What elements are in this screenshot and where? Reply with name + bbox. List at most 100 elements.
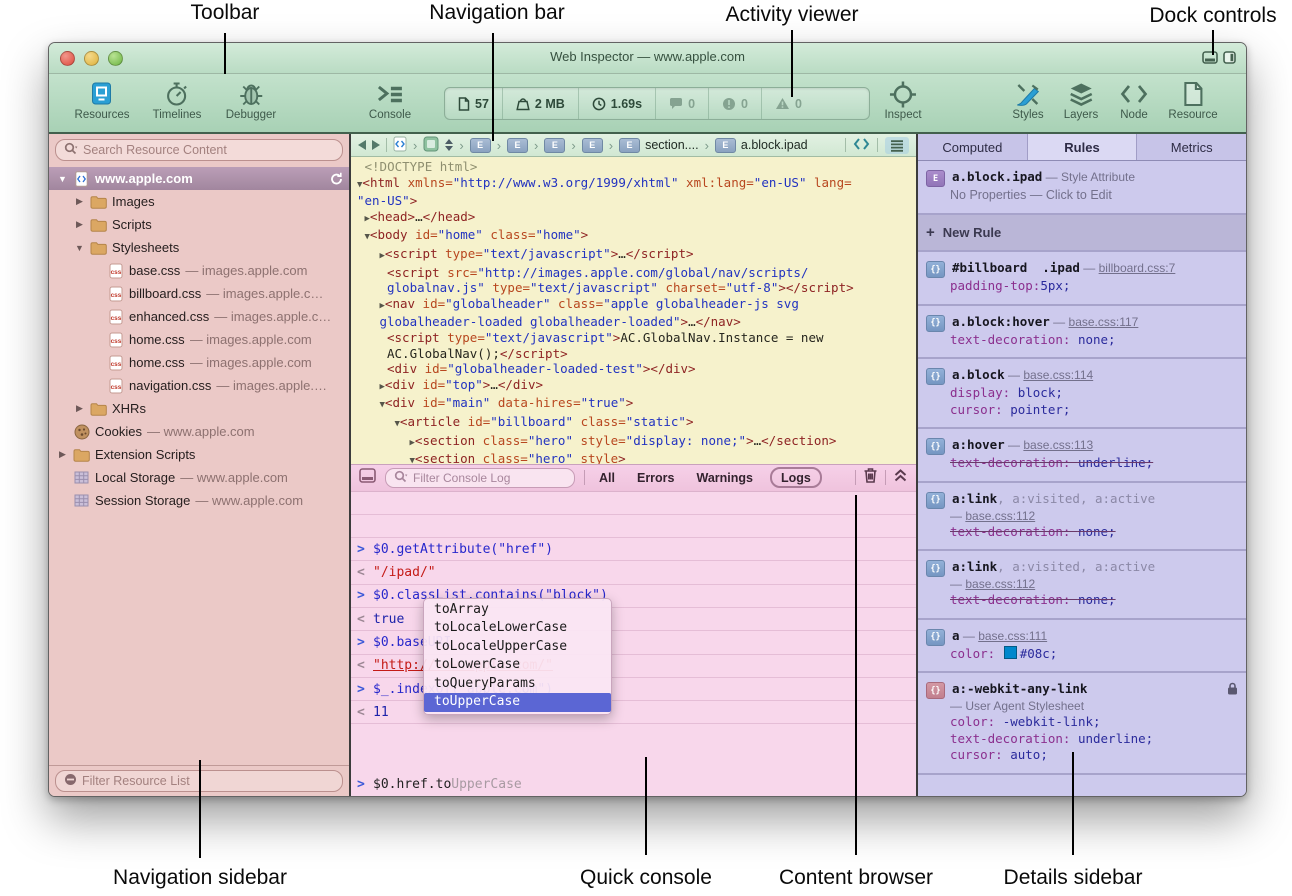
document-code-icon[interactable] <box>393 136 407 155</box>
debugger-button[interactable]: Debugger <box>226 79 277 122</box>
css-property[interactable]: cursor: pointer; <box>926 402 1238 419</box>
dom-node-row[interactable]: ▶<head>…</head> <box>351 209 916 228</box>
resources-button[interactable]: Resources <box>75 79 130 122</box>
css-rule[interactable]: {}a:link, a:visited, a:active— base.css:… <box>918 483 1246 552</box>
sidebar-tree-item[interactable]: cssenhanced.css — images.apple.c… <box>49 305 349 328</box>
no-properties-hint[interactable]: No Properties — Click to Edit <box>926 187 1238 204</box>
sidebar-tree-item[interactable]: csshome.css — images.apple.com <box>49 328 349 351</box>
console-panel-icon[interactable] <box>359 468 376 488</box>
autocomplete-item[interactable]: toArray <box>424 601 611 620</box>
minimize-window-button[interactable] <box>84 51 99 66</box>
console-entry[interactable]: <"/ipad/" <box>351 561 916 584</box>
css-rule[interactable]: {}#billboard .ipad — billboard.css:7padd… <box>918 252 1246 306</box>
sidebar-tree-item[interactable]: ▶Extension Scripts <box>49 443 349 466</box>
inspect-button[interactable]: Inspect <box>884 79 921 122</box>
resource-button[interactable]: Resource <box>1168 79 1217 122</box>
collapse-console-icon[interactable] <box>893 468 908 487</box>
frame-icon[interactable] <box>423 136 439 155</box>
layers-button[interactable]: Layers <box>1064 79 1099 122</box>
dom-node-row[interactable]: <!DOCTYPE html> <box>351 159 916 175</box>
css-rule[interactable]: {}a:-webkit-any-link— User Agent Stylesh… <box>918 673 1246 775</box>
dock-to-bottom-icon[interactable] <box>1202 51 1218 69</box>
dom-node-row[interactable]: ▶<script type="text/javascript">…</scrip… <box>351 246 916 265</box>
styles-button[interactable]: Styles <box>1012 79 1043 122</box>
css-property[interactable]: text-decoration: underline; <box>926 455 1238 472</box>
console-scope-all[interactable]: All <box>594 471 620 485</box>
dock-to-side-icon[interactable] <box>1223 51 1236 69</box>
console-input[interactable]: > $0.href.toUpperCase <box>351 774 916 794</box>
css-rule[interactable]: {}a:link, a:visited, a:active— base.css:… <box>918 551 1246 620</box>
css-property[interactable]: display: block; <box>926 385 1238 402</box>
dom-node-row[interactable]: ▼<html xmlns="http://www.w3.org/1999/xht… <box>351 175 916 194</box>
console-scope-warnings[interactable]: Warnings <box>692 471 758 485</box>
node-stepper[interactable] <box>445 139 453 151</box>
style-attribute-header[interactable]: Ea.block.ipad — Style AttributeNo Proper… <box>918 161 1246 215</box>
activity-item[interactable]: 0 <box>761 88 815 119</box>
sidebar-tree-item[interactable]: ▶XHRs <box>49 397 349 420</box>
zoom-window-button[interactable] <box>108 51 123 66</box>
css-property[interactable]: cursor: auto; <box>926 747 1238 764</box>
breadcrumb-item[interactable]: E <box>582 138 603 153</box>
autocomplete-item[interactable]: toQueryParams <box>424 675 611 694</box>
new-rule-button[interactable]: +New Rule <box>918 215 1246 252</box>
stylesheet-link[interactable]: base.css:112 <box>965 577 1035 591</box>
tab-computed[interactable]: Computed <box>918 134 1028 160</box>
console-filter-input[interactable]: Filter Console Log <box>385 468 575 488</box>
css-property[interactable]: color: #08c; <box>926 646 1238 663</box>
sidebar-tree-item[interactable]: ▼Stylesheets <box>49 236 349 259</box>
breadcrumb-item[interactable]: E <box>507 138 528 153</box>
dom-node-row[interactable]: ▶<div id="top">…</div> <box>351 377 916 396</box>
console-scope-logs[interactable]: Logs <box>770 467 822 488</box>
sidebar-tree-item[interactable]: cssbillboard.css — images.apple.c… <box>49 282 349 305</box>
stylesheet-link[interactable]: base.css:111 <box>978 629 1047 643</box>
breadcrumb-item[interactable]: Ea.block.ipad <box>715 138 808 153</box>
css-property[interactable]: color: -webkit-link; <box>926 714 1238 731</box>
close-window-button[interactable] <box>60 51 75 66</box>
css-property[interactable]: text-decoration: underline; <box>926 731 1238 748</box>
dom-node-row[interactable]: ▼<article id="billboard" class="static"> <box>351 414 916 433</box>
activity-item[interactable]: 0 <box>708 88 761 119</box>
reload-icon[interactable] <box>330 172 343 186</box>
css-property[interactable]: text-decoration: none; <box>926 524 1238 541</box>
dom-node-row[interactable]: ▶<nav id="globalheader" class="apple glo… <box>351 296 916 315</box>
dom-node-row[interactable]: ▼<body id="home" class="home"> <box>351 227 916 246</box>
tab-metrics[interactable]: Metrics <box>1137 134 1246 160</box>
dom-node-row[interactable]: globalheader-loaded globalheader-loaded"… <box>351 314 916 330</box>
activity-item[interactable]: 2 MB <box>502 88 578 119</box>
dom-node-row[interactable]: <div id="globalheader-loaded-test"></div… <box>351 361 916 377</box>
tab-rules[interactable]: Rules <box>1028 134 1138 160</box>
back-button[interactable] <box>358 140 366 150</box>
stylesheet-link[interactable]: base.css:113 <box>1023 438 1093 452</box>
sidebar-tree-item[interactable]: Cookies — www.apple.com <box>49 420 349 443</box>
breadcrumb-item[interactable]: E <box>470 138 491 153</box>
dom-node-row[interactable]: ▶<section class="hero" style="display: n… <box>351 433 916 452</box>
dom-node-row[interactable]: ▼<div id="main" data-hires="true"> <box>351 395 916 414</box>
sidebar-tree-item[interactable]: cssnavigation.css — images.apple.… <box>49 374 349 397</box>
dom-node-row[interactable]: AC.GlobalNav();</script> <box>351 346 916 362</box>
dom-node-row[interactable]: "en-US"> <box>351 193 916 209</box>
autocomplete-item[interactable]: toLocaleUpperCase <box>424 638 611 657</box>
css-rule[interactable]: {}a.block — base.css:114display: block;c… <box>918 359 1246 429</box>
sidebar-tree-item[interactable]: Session Storage — www.apple.com <box>49 489 349 512</box>
color-swatch[interactable] <box>1004 646 1017 659</box>
css-property[interactable]: text-decoration: none; <box>926 592 1238 609</box>
sidebar-tree-item[interactable]: csshome.css — images.apple.com <box>49 351 349 374</box>
source-code-toggle-icon[interactable] <box>853 137 870 154</box>
stylesheet-link[interactable]: base.css:112 <box>965 509 1035 523</box>
disclosure-triangle-icon[interactable]: ▶ <box>57 449 68 460</box>
activity-item[interactable]: 1.69s <box>578 88 655 119</box>
dom-node-row[interactable]: <script type="text/javascript">AC.Global… <box>351 330 916 346</box>
stylesheet-link[interactable]: billboard.css:7 <box>1099 261 1176 275</box>
breadcrumb-item[interactable]: E <box>544 138 565 153</box>
sidebar-tree-item[interactable]: ▼www.apple.com <box>49 167 349 190</box>
console-scope-errors[interactable]: Errors <box>632 471 680 485</box>
autocomplete-item[interactable]: toUpperCase <box>424 693 611 712</box>
dom-node-row[interactable]: globalnav.js" type="text/javascript" cha… <box>351 280 916 296</box>
dom-node-row[interactable]: ▼<section class="hero" style> <box>351 451 916 463</box>
css-rule[interactable]: {}a:hover — base.css:113text-decoration:… <box>918 429 1246 483</box>
css-rule[interactable]: {}a.block:hover — base.css:117text-decor… <box>918 306 1246 360</box>
autocomplete-item[interactable]: toLocaleLowerCase <box>424 619 611 638</box>
disclosure-triangle-icon[interactable]: ▶ <box>74 403 85 414</box>
disclosure-triangle-icon[interactable]: ▶ <box>74 196 85 207</box>
dom-node-row[interactable]: <script src="http://images.apple.com/glo… <box>351 265 916 281</box>
